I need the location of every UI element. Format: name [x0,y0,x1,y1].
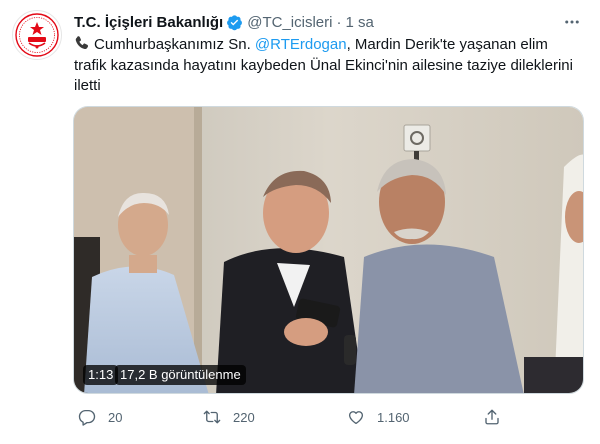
verified-badge-icon [226,14,243,31]
share-icon [485,409,499,425]
heart-icon [348,411,364,425]
tweet[interactable]: T.C. İçişleri Bakanlığı @TC_icisleri · 1… [0,0,600,444]
reply-button[interactable]: 20 [78,406,122,428]
like-button[interactable]: 1.160 [347,406,410,428]
retweet-count: 220 [233,409,255,425]
reply-count: 20 [108,409,123,425]
author-name[interactable]: T.C. İçişleri Bakanlığı [74,14,223,31]
video-thumbnail [74,107,583,393]
mention-link[interactable]: @RTErdogan [255,36,347,53]
tweet-text-start: Cumhurbaşkanımız Sn. [94,36,255,53]
tweet-text: Cumhurbaşkanımız Sn. @RTErdogan, Mardin … [74,35,584,97]
video-view-count: 17,2 B görüntülenme [115,365,246,385]
retweet-button[interactable]: 220 [203,406,255,428]
video-player[interactable]: 1:13 17,2 B görüntülenme [73,106,584,394]
author-handle[interactable]: @TC_icisleri [247,14,332,31]
tweet-timestamp[interactable]: 1 sa [345,14,373,31]
telephone-receiver-icon [74,35,90,51]
separator-dot: · [336,13,342,31]
reply-icon [78,409,96,426]
ministry-emblem-icon [15,13,59,57]
more-options-button[interactable] [560,10,584,34]
share-button[interactable] [483,406,501,428]
avatar[interactable] [12,10,62,60]
more-options-icon [565,20,579,24]
tweet-actions: 20 220 1.160 [72,406,592,428]
video-duration: 1:13 [83,365,119,385]
retweet-icon [203,410,221,424]
tweet-header: T.C. İçişleri Bakanlığı @TC_icisleri · 1… [74,11,374,33]
like-count: 1.160 [377,409,410,425]
